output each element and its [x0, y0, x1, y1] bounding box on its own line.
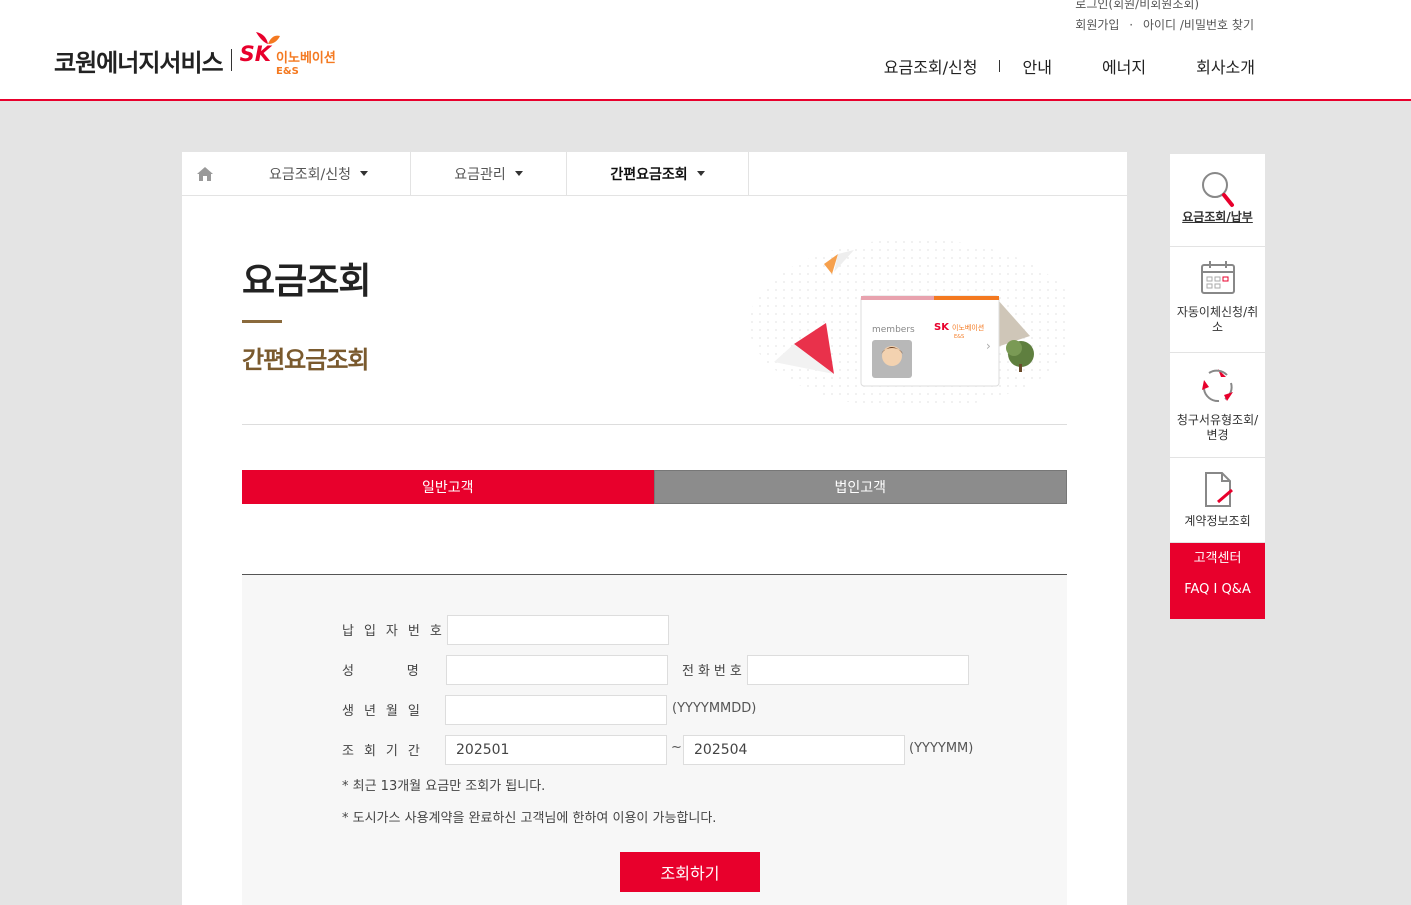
local-nav: 요금조회/신청 요금관리 간편요금조회 — [182, 152, 1127, 196]
lnb-menu-manage[interactable]: 요금관리 — [411, 152, 567, 195]
quick-item-contract-info[interactable]: 계약정보조회 — [1170, 458, 1265, 543]
phone-label: 전화번호 — [682, 664, 746, 679]
note-13-months: * 최근 13개월 요금만 조회가 됩니다. — [342, 779, 546, 794]
logo-divider — [230, 49, 232, 71]
document-pen-icon — [1204, 472, 1233, 507]
name-input[interactable] — [446, 655, 668, 685]
caret-down-icon — [696, 171, 705, 176]
card-members-text: members — [872, 325, 915, 335]
customer-center: 고객센터 FAQ I Q&A — [1170, 543, 1265, 619]
note-contract-required: * 도시가스 사용계약을 완료하신 고객님에 한하여 이용이 가능합니다. — [342, 811, 717, 826]
join-link[interactable]: 회원가입 — [1075, 18, 1119, 32]
site-header: 로그인(회원/비회원조회) 회원가입 · 아이디 /비밀번호 찾기 코원에너지서… — [0, 0, 1411, 101]
gnb-item-energy[interactable]: 에너지 — [1102, 54, 1146, 78]
find-id-password-link[interactable]: 아이디 /비밀번호 찾기 — [1143, 18, 1254, 32]
lnb-menu-label: 요금조회/신청 — [269, 166, 351, 183]
login-link[interactable]: 로그인(회원/비회원조회) — [1075, 0, 1199, 11]
gnb-item-billing[interactable]: 요금조회/신청 — [884, 54, 978, 78]
tab-personal[interactable]: 일반고객 — [242, 470, 654, 504]
quick-item-label: 자동이체신청/취소 — [1176, 305, 1259, 334]
customer-type-tabs: 일반고객 법인고객 — [242, 470, 1067, 504]
period-from-input[interactable] — [445, 735, 667, 765]
recycle-icon — [1201, 369, 1233, 403]
payer-number-label: 납입자번호 — [342, 624, 452, 639]
caret-down-icon — [514, 171, 523, 176]
company-name: 코원에너지서비스 — [54, 48, 224, 77]
card-sk-name: 이노베이션 — [952, 323, 984, 332]
gnb-item-company[interactable]: 회사소개 — [1196, 54, 1255, 78]
card-sk-sub: E&S — [954, 334, 964, 340]
quick-item-auto-transfer[interactable]: 자동이체신청/취소 — [1170, 247, 1265, 353]
lookup-form: 납입자번호 성 명 전화번호 생년월일 (YYYYMMDD) 조회기간 ~ (Y… — [242, 574, 1067, 905]
customer-center-link[interactable]: 고객센터 — [1170, 543, 1265, 574]
utility-links: 로그인(회원/비회원조회) 회원가입 · 아이디 /비밀번호 찾기 — [1075, 0, 1254, 36]
lnb-menu-billing[interactable]: 요금조회/신청 — [227, 152, 411, 195]
page-title: 요금조회 — [242, 261, 371, 302]
sk-sub: E&S — [276, 66, 299, 77]
svg-text:›: › — [986, 339, 991, 353]
gnb-item-guide[interactable]: 안내 — [1022, 54, 1051, 78]
home-button[interactable] — [182, 152, 227, 195]
sk-butterfly-icon — [255, 32, 280, 44]
lnb-menu-label: 간편요금조회 — [610, 166, 688, 183]
period-separator: ~ — [671, 740, 682, 755]
quick-item-bill-type[interactable]: 청구서유형조회/변경 — [1170, 353, 1265, 458]
tab-corporate[interactable]: 법인고객 — [653, 470, 1067, 504]
faq-qna-link[interactable]: FAQ I Q&A — [1170, 574, 1265, 605]
period-format-hint: (YYYYMM) — [909, 741, 974, 756]
page-subtitle: 간편요금조회 — [242, 346, 369, 374]
quick-item-bill-payment[interactable]: 요금조회/납부 — [1170, 154, 1265, 247]
hero-illustration: members SK 이노베이션 E&S › — [749, 239, 1070, 409]
global-nav: 요금조회/신청 안내 에너지 회사소개 — [884, 54, 1255, 78]
separator-dot: · — [1129, 18, 1134, 32]
section-divider — [242, 424, 1067, 425]
magnifier-icon — [1201, 172, 1234, 207]
quick-item-label: 계약정보조회 — [1184, 514, 1251, 528]
quick-item-label: 청구서유형조회/변경 — [1176, 413, 1259, 442]
card-sk-text: SK — [934, 322, 950, 333]
birth-input[interactable] — [445, 695, 667, 725]
title-underline — [242, 320, 282, 323]
caret-down-icon — [360, 171, 368, 176]
gnb-divider — [999, 60, 1001, 72]
calendar-icon — [1200, 261, 1235, 294]
period-to-input[interactable] — [683, 735, 905, 765]
payer-number-input[interactable] — [447, 615, 669, 645]
content-panel: 요금조회/신청 요금관리 간편요금조회 요금조회 간편요금조회 members … — [182, 152, 1127, 905]
lnb-menu-simple-lookup[interactable]: 간편요금조회 — [567, 152, 749, 195]
name-label: 성 명 — [342, 664, 423, 679]
lnb-menu-label: 요금관리 — [454, 166, 506, 183]
birth-label: 생년월일 — [342, 704, 430, 719]
period-label: 조회기간 — [342, 744, 430, 759]
site-logo[interactable]: 코원에너지서비스 SK 이노베이션 E&S — [54, 32, 336, 78]
submit-lookup-button[interactable]: 조회하기 — [620, 852, 760, 892]
birth-format-hint: (YYYYMMDD) — [672, 701, 757, 716]
quick-item-label: 요금조회/납부 — [1182, 210, 1253, 224]
sk-name: 이노베이션 — [276, 51, 336, 66]
sk-logo: SK 이노베이션 E&S — [240, 32, 336, 78]
phone-input[interactable] — [747, 655, 969, 685]
home-icon — [196, 166, 213, 181]
quick-menu: 요금조회/납부 자동이체신청/취소 청구서유형조회/변경 계약정보조회 고객센터… — [1170, 154, 1265, 619]
